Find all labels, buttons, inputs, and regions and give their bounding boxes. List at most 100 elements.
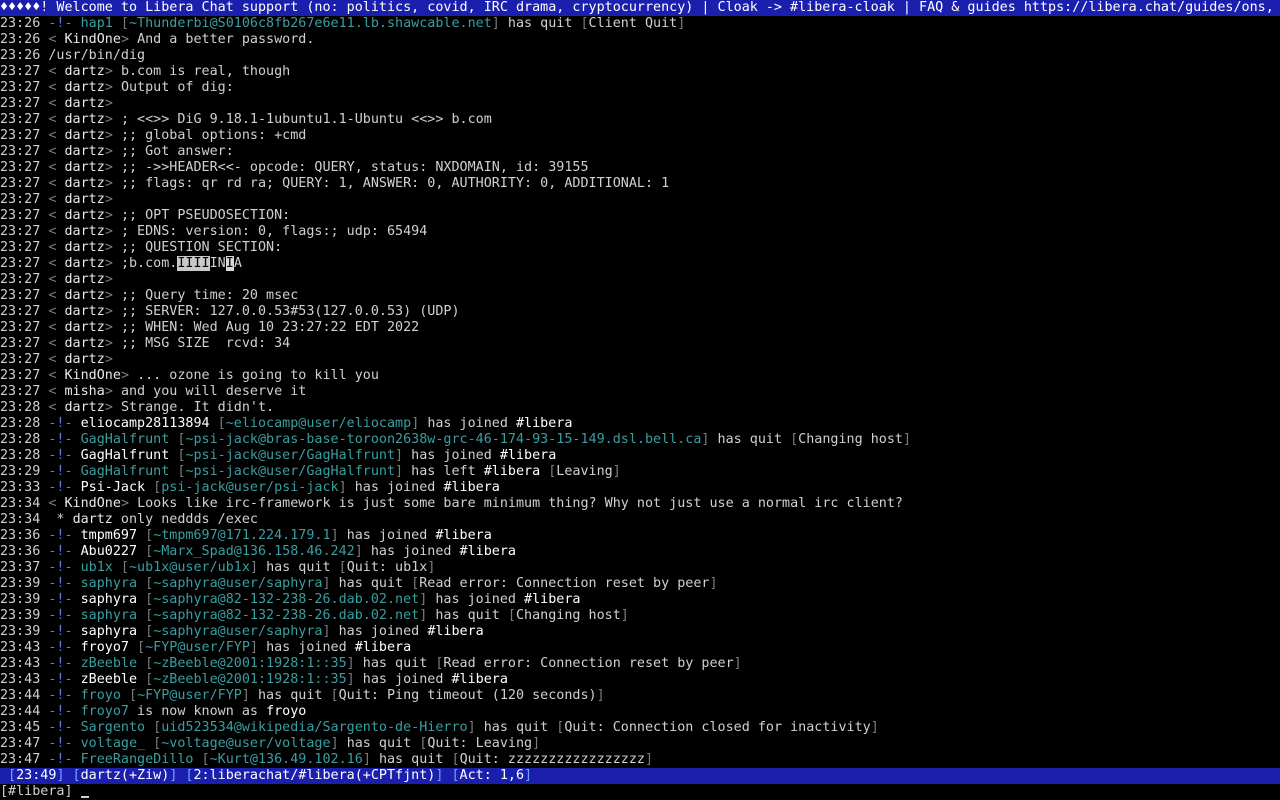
nick[interactable]: eliocamp28113894 xyxy=(81,416,210,431)
chat-line: 23:44 -!- froyo [~FYP@user/FYP] has quit… xyxy=(0,688,1280,704)
timestamp: 23:45 xyxy=(0,720,41,735)
nick[interactable]: Psi-Jack xyxy=(81,480,146,495)
chat-line: 23:27 < dartz> ; EDNS: version: 0, flags… xyxy=(0,224,1280,240)
chat-line: 23:27 < dartz> ;; flags: qr rd ra; QUERY… xyxy=(0,176,1280,192)
quit-reason: Quit: Ping timeout (120 seconds) xyxy=(338,688,597,703)
host-bracket: ] xyxy=(411,416,428,431)
nick[interactable]: zBeeble xyxy=(81,672,137,687)
channel-name[interactable]: #libera xyxy=(443,480,499,495)
nick-bracket: > xyxy=(104,224,121,239)
channel-name[interactable]: #libera xyxy=(460,544,516,559)
channel-name[interactable]: #libera xyxy=(451,672,507,687)
channel-name[interactable]: #libera xyxy=(524,592,580,607)
channel-name[interactable]: #libera xyxy=(355,640,411,655)
chat-log[interactable]: 23:26 -!- hap1 [~Thunderbi@S0106c8fb267e… xyxy=(0,16,1280,768)
nick[interactable]: dartz xyxy=(65,192,105,207)
reason-bracket: ] xyxy=(709,576,718,591)
nick[interactable]: froyo xyxy=(266,704,306,719)
nick[interactable]: dartz xyxy=(65,224,105,239)
chat-line: 23:28 < dartz> Strange. It didn't. xyxy=(0,400,1280,416)
nick[interactable]: hap1 xyxy=(81,16,113,31)
nick[interactable]: KindOne xyxy=(65,496,121,511)
channel-name[interactable]: #libera xyxy=(435,528,491,543)
nick[interactable]: dartz xyxy=(65,128,105,143)
channel-name[interactable]: #libera xyxy=(427,624,483,639)
nick-bracket: < xyxy=(40,96,65,111)
host-bracket: ] xyxy=(395,464,412,479)
chat-line: 23:26 /usr/bin/dig xyxy=(0,48,1280,64)
nick[interactable]: dartz xyxy=(73,512,113,527)
nick[interactable]: GagHalfrunt xyxy=(81,464,170,479)
nick[interactable]: Sargento xyxy=(81,720,146,735)
channel-name[interactable]: #libera xyxy=(500,448,556,463)
nick[interactable]: dartz xyxy=(65,304,105,319)
nick[interactable]: KindOne xyxy=(65,32,121,47)
nick[interactable]: dartz xyxy=(65,144,105,159)
nick[interactable]: dartz xyxy=(65,320,105,335)
event-marker: -!- xyxy=(40,464,81,479)
nick[interactable]: froyo7 xyxy=(81,704,129,719)
timestamp: 23:34 xyxy=(0,512,41,527)
status-window[interactable]: 2:liberachat/#libera(+CPTfjnt) xyxy=(194,768,436,783)
quit-reason: Quit: zzzzzzzzzzzzzzzzz xyxy=(459,752,645,767)
nick[interactable]: KindOne xyxy=(65,368,121,383)
nick[interactable]: FreeRangeDillo xyxy=(81,752,194,767)
nick-bracket: > xyxy=(104,336,121,351)
event-marker: -!- xyxy=(40,416,81,431)
nick[interactable]: dartz xyxy=(65,160,105,175)
event-action: has quit xyxy=(507,16,573,31)
reason-bracket: [ xyxy=(330,560,347,575)
nick[interactable]: dartz xyxy=(65,240,105,255)
nick[interactable]: dartz xyxy=(65,352,105,367)
nick[interactable]: froyo xyxy=(81,688,121,703)
event-action: has joined xyxy=(346,528,428,543)
timestamp: 23:26 xyxy=(0,32,41,47)
event-action: is now known as xyxy=(129,704,267,719)
status-activity[interactable]: Act: 1,6 xyxy=(460,768,525,783)
event-marker: -!- xyxy=(40,528,81,543)
nick[interactable]: dartz xyxy=(65,80,105,95)
nick[interactable]: dartz xyxy=(65,400,105,415)
channel-name[interactable]: #libera xyxy=(516,416,572,431)
event-action: has quit xyxy=(258,688,323,703)
nick[interactable]: dartz xyxy=(65,336,105,351)
nick[interactable]: saphyra xyxy=(81,576,137,591)
timestamp: 23:39 xyxy=(0,624,41,639)
message-text: Output of dig: xyxy=(120,80,234,95)
nick[interactable]: dartz xyxy=(65,176,105,191)
quit-reason: Client Quit xyxy=(588,16,678,31)
timestamp: 23:34 xyxy=(0,496,41,511)
nick[interactable]: froyo7 xyxy=(81,640,129,655)
event-action: has quit xyxy=(338,576,404,591)
nick[interactable]: dartz xyxy=(65,96,105,111)
nick[interactable]: saphyra xyxy=(81,624,137,639)
nick[interactable]: Abu0227 xyxy=(81,544,137,559)
nick[interactable]: voltage_ xyxy=(81,736,146,751)
nick[interactable]: GagHalfrunt xyxy=(81,448,170,463)
nick[interactable]: dartz xyxy=(65,208,105,223)
reason-bracket: ] xyxy=(902,432,912,447)
nick[interactable]: misha xyxy=(65,384,105,399)
nick-bracket: < xyxy=(40,368,65,383)
nick[interactable]: saphyra xyxy=(81,592,137,607)
nick[interactable]: dartz xyxy=(65,288,105,303)
hostmask: ~ub1x@user/ub1x xyxy=(129,560,250,575)
event-action: has left xyxy=(411,464,476,479)
nick[interactable]: zBeeble xyxy=(81,656,137,671)
channel-name[interactable]: #libera xyxy=(484,464,540,479)
chat-line: 23:27 < dartz> b.com is real, though xyxy=(0,64,1280,80)
nick[interactable]: saphyra xyxy=(81,608,137,623)
message-text: ;b.com. xyxy=(120,256,178,271)
host-bracket: [ xyxy=(112,560,129,575)
nick[interactable]: ub1x xyxy=(81,560,113,575)
nick[interactable]: dartz xyxy=(65,64,105,79)
nick-bracket: < xyxy=(40,336,65,351)
nick[interactable]: tmpm697 xyxy=(81,528,137,543)
nick[interactable]: dartz xyxy=(65,256,105,271)
input-line[interactable]: [#libera] xyxy=(0,784,1280,800)
timestamp: 23:47 xyxy=(0,736,41,751)
nick[interactable]: dartz xyxy=(65,112,105,127)
nick[interactable]: GagHalfrunt xyxy=(81,432,170,447)
nick[interactable]: dartz xyxy=(65,272,105,287)
